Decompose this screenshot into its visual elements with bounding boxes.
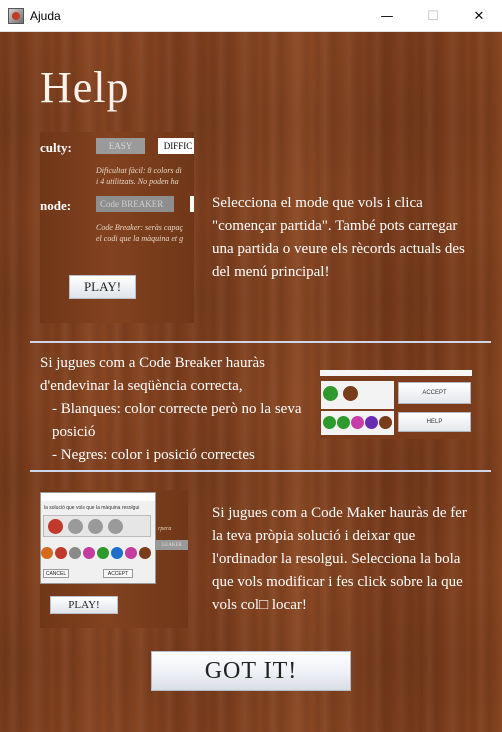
preview-play-button: PLAY!: [69, 275, 136, 299]
color-palette: [41, 547, 155, 561]
solution-row: [43, 515, 151, 537]
peg-ball: [88, 519, 103, 534]
mode-select-edge: [190, 196, 194, 212]
difficulty-label: culty:: [40, 140, 72, 155]
difficult-option: DIFFIC: [158, 138, 194, 154]
window-title: Ajuda: [30, 8, 61, 23]
help-title: Help: [40, 63, 130, 112]
window-controls: — ☐ ✕: [364, 0, 502, 32]
peg-ball: [41, 547, 53, 559]
easy-option: EASY: [96, 138, 145, 154]
peg-ball: [323, 386, 338, 401]
preview-cancel-button: CANCEL: [43, 569, 69, 578]
code-breaker-intro: Si jugues com a Code Breaker hauràs d'en…: [40, 355, 265, 394]
mode-description-line: el codi que la màquina et g: [96, 234, 184, 243]
peg-ball: [343, 386, 358, 401]
section-divider: [30, 341, 491, 343]
mode-description-line: Code Breaker: seràs capaç: [96, 223, 184, 232]
peg-ball: [55, 547, 67, 559]
java-app-icon: [8, 7, 24, 24]
preview-dialog-titlebar: [41, 493, 155, 501]
board-preview: ACCEPT HELP: [320, 370, 472, 439]
section-divider: [30, 470, 491, 472]
maximize-button: ☐: [427, 8, 439, 24]
palette-row: [321, 411, 394, 435]
peg-ball: [351, 416, 364, 429]
peg-ball: [125, 547, 137, 559]
preview-dialog-text: la solució que vols que la màquina resol…: [44, 505, 140, 511]
peg-ball: [337, 416, 350, 429]
peg-ball: [97, 547, 109, 559]
preview-side-button: LEAKER: [156, 540, 188, 550]
preview-dialog: la solució que vols que la màquina resol…: [40, 492, 156, 584]
mode-select: Code BREAKER: [96, 196, 174, 212]
peg-ball: [48, 519, 63, 534]
code-maker-preview: la solució que vols que la màquina resol…: [40, 490, 188, 628]
preview-help-button: HELP: [398, 412, 471, 432]
board-preview-topbar: [320, 370, 472, 376]
preview-accept-button: ACCEPT: [398, 382, 471, 404]
code-maker-instructions: Si jugues com a Code Maker hauràs de fer…: [212, 505, 467, 613]
white-pegs-explanation: - Blanques: color correcte però no la se…: [52, 401, 302, 440]
peg-ball: [108, 519, 123, 534]
window-titlebar: Ajuda — ☐ ✕: [0, 0, 502, 32]
peg-ball: [379, 416, 392, 429]
mode-selection-preview: culty: EASY DIFFIC Dificultat fàcil: 8 c…: [40, 132, 194, 323]
mode-instructions-text: Selecciona el mode que vols i clica "com…: [212, 195, 465, 280]
peg-ball: [323, 416, 336, 429]
easy-description-line: Dificultat fàcil: 8 colors di: [96, 166, 182, 175]
easy-description-line: i 4 utilitzats. No poden ha: [96, 177, 179, 186]
minimize-button[interactable]: —: [364, 0, 410, 32]
guess-row: [321, 381, 394, 409]
preview-play-button: PLAY!: [50, 596, 118, 614]
peg-ball: [83, 547, 95, 559]
peg-ball: [365, 416, 378, 429]
peg-ball: [68, 519, 83, 534]
code-breaker-instructions: Si jugues com a Code Breaker hauràs d'en…: [40, 352, 310, 467]
peg-ball: [111, 547, 123, 559]
black-pegs-explanation: - Negres: color i posició correctes: [52, 447, 255, 463]
help-panel: Help culty: EASY DIFFIC Dificultat fàcil…: [0, 32, 502, 732]
got-it-button[interactable]: GOT IT!: [151, 651, 351, 691]
preview-accept-button: ACCEPT: [103, 569, 133, 578]
mode-label: node:: [40, 198, 72, 213]
preview-side-text: rpera: [158, 526, 172, 532]
peg-ball: [69, 547, 81, 559]
peg-ball: [139, 547, 151, 559]
close-button[interactable]: ✕: [456, 0, 502, 32]
